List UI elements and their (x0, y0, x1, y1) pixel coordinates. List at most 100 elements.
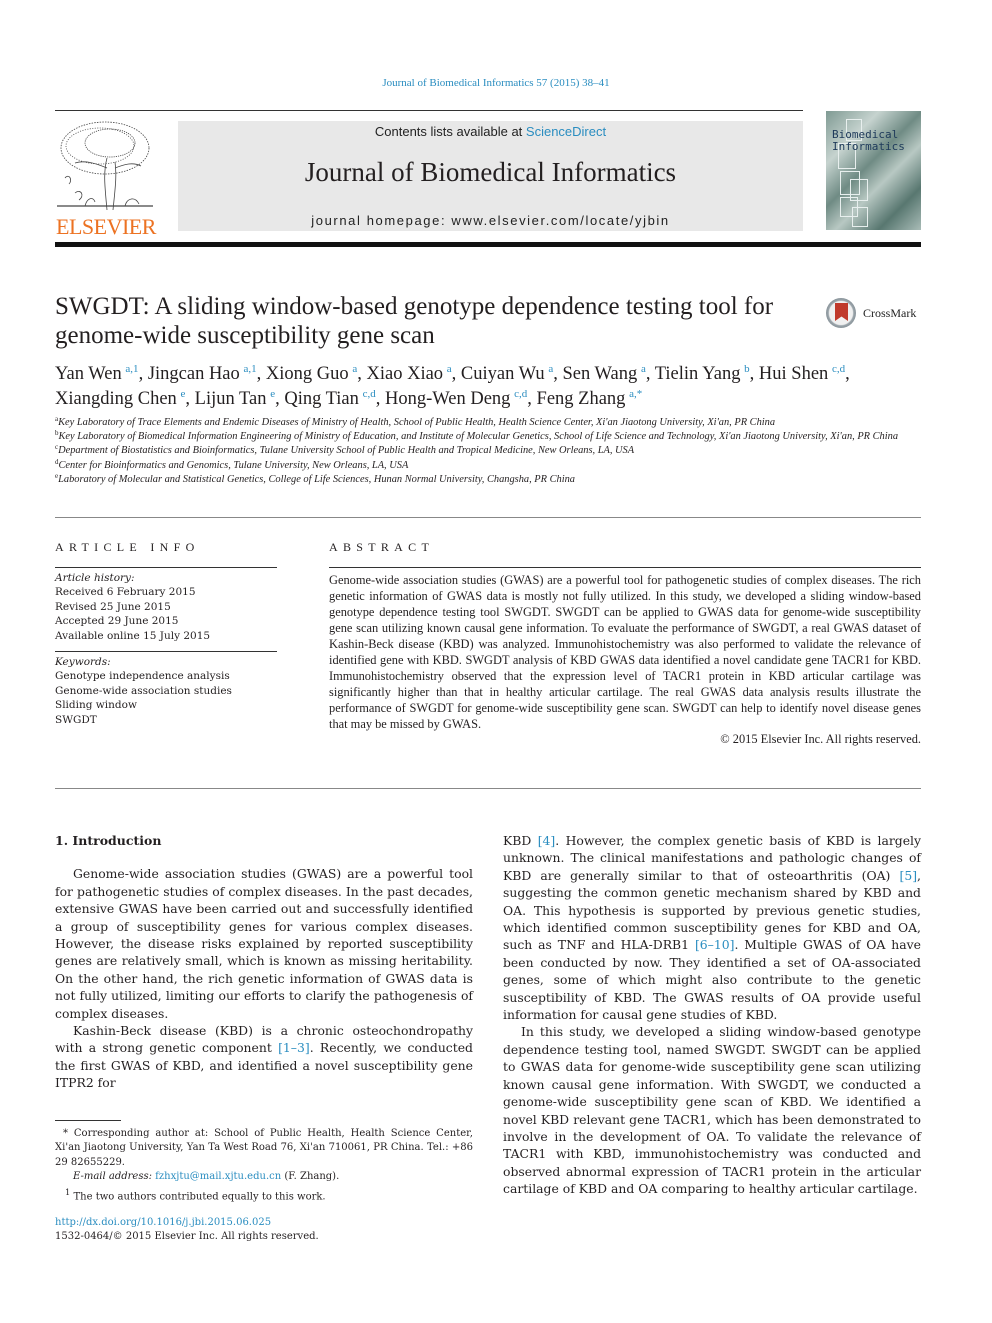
affiliation: bKey Laboratory of Biomedical Informatio… (55, 430, 925, 444)
author: Xiao Xiao a (366, 363, 452, 385)
keyword-item: SWGDT (55, 713, 97, 726)
author-name: Tielin Yang (654, 364, 741, 384)
author-affiliation-mark[interactable]: c,d (514, 388, 527, 400)
contents-prefix: Contents lists available at (374, 124, 526, 139)
author-affiliation-mark[interactable]: b (744, 363, 750, 375)
keyword-item: Genotype independence analysis (55, 670, 230, 683)
section-heading-introduction: 1. Introduction (55, 833, 162, 848)
author: Hong-Wen Deng c,d (385, 388, 527, 410)
journal-cover-thumbnail[interactable]: Biomedical Informatics (826, 111, 921, 230)
author: Yan Wen a,1 (55, 363, 139, 385)
body-column-left: 1. Introduction Genome-wide association … (55, 832, 473, 1092)
citation-link[interactable]: [5] (899, 868, 917, 883)
author: Cuiyan Wu a (460, 363, 553, 385)
author-affiliation-mark[interactable]: a,1 (244, 363, 257, 375)
intro-paragraph-2-continued: KBD [4]. However, the complex genetic ba… (503, 832, 921, 1023)
history-label: Article history: (55, 572, 135, 584)
abstract-copyright: © 2015 Elsevier Inc. All rights reserved… (720, 732, 921, 746)
header-rule (55, 110, 803, 111)
keywords-label: Keywords: (55, 656, 111, 669)
issn-copyright: 1532-0464/© 2015 Elsevier Inc. All right… (55, 1231, 319, 1243)
author-name: Hui Shen (758, 364, 829, 384)
citation-link[interactable]: [1–3] (278, 1040, 310, 1055)
journal-reference[interactable]: Journal of Biomedical Informatics 57 (20… (0, 77, 992, 89)
info-rule (55, 651, 277, 653)
journal-title: Journal of Biomedical Informatics (304, 157, 677, 187)
affiliation: eLaboratory of Molecular and Statistical… (55, 472, 925, 487)
email-link[interactable]: fzhxjtu@mail.xjtu.edu.cn (155, 1171, 281, 1182)
keyword-item: Sliding window (55, 699, 137, 712)
citation-link[interactable]: [4] (538, 833, 556, 848)
affiliation-rule (55, 517, 921, 518)
affiliation: cDepartment of Biostatistics and Bioinfo… (55, 444, 925, 458)
intro-paragraph-3: In this study, we developed a sliding wi… (503, 1024, 921, 1197)
info-rule (55, 567, 277, 568)
author-affiliation-mark[interactable]: a (641, 363, 646, 375)
affiliation: aKey Laboratory of Trace Elements and En… (55, 416, 925, 430)
abstract-rule (329, 567, 921, 568)
affiliation-text: Key Laboratory of Biomedical Information… (58, 431, 899, 443)
elsevier-logo: ELSEVIER (55, 118, 157, 239)
author-affiliation-mark[interactable]: a,1 (125, 363, 138, 375)
author-name: Sen Wang (562, 364, 638, 384)
email-label: E-mail address: (73, 1171, 156, 1183)
contents-line: Contents lists available at ScienceDirec… (178, 124, 803, 139)
author-name: Feng Zhang (536, 389, 626, 409)
author-affiliation-mark[interactable]: a (352, 363, 357, 375)
affiliation-text: Laboratory of Molecular and Statistical … (58, 473, 575, 485)
journal-masthead: Contents lists available at ScienceDirec… (178, 121, 803, 231)
elsevier-tree-icon (55, 118, 155, 212)
author-name: Xiao Xiao (366, 364, 444, 384)
author-affiliation-mark[interactable]: a (548, 363, 553, 375)
author: Tielin Yang b (654, 363, 750, 385)
abstract-end-rule (55, 788, 921, 789)
author: Lijun Tan e (195, 388, 275, 410)
sciencedirect-link[interactable]: ScienceDirect (526, 124, 606, 139)
history-item: Accepted 29 June 2015 (55, 615, 179, 628)
journal-homepage[interactable]: journal homepage: www.elsevier.com/locat… (178, 213, 803, 228)
cover-title-line: Informatics (832, 140, 905, 153)
doi-link[interactable]: http://dx.doi.org/10.1016/j.jbi.2015.06.… (55, 1216, 475, 1230)
abstract-column: ABSTRACT Genome-wide association studies… (329, 540, 921, 747)
author-affiliation-mark[interactable]: e (270, 388, 275, 400)
text-run: KBD (503, 833, 538, 848)
author: Sen Wang a (562, 363, 646, 385)
author-affiliation-mark[interactable]: c,d (832, 363, 845, 375)
author-name: Jingcan Hao (147, 364, 240, 384)
affiliation-list: aKey Laboratory of Trace Elements and En… (55, 416, 925, 487)
corresponding-author-note: * Corresponding author at: School of Pub… (55, 1128, 473, 1168)
equal-contribution-note: 1 The two authors contributed equally to… (55, 1185, 473, 1205)
history-item: Received 6 February 2015 (55, 586, 196, 599)
footnotes: * Corresponding author at: School of Pub… (55, 1120, 473, 1204)
article-title: SWGDT: A sliding window-based genotype d… (55, 293, 774, 349)
email-note: E-mail address: fzhxjtu@mail.xjtu.edu.cn… (55, 1170, 473, 1184)
crossmark-badge[interactable]: CrossMark (826, 298, 926, 334)
footnote-rule (55, 1120, 121, 1121)
author-affiliation-mark[interactable]: a,* (629, 388, 642, 400)
abstract-heading: ABSTRACT (329, 540, 435, 554)
article-info-column: ARTICLE INFO Article history: Received 6… (55, 540, 277, 727)
author-affiliation-mark[interactable]: a (447, 363, 452, 375)
author: Hui Shen c,d (758, 363, 845, 385)
abstract-text: Genome-wide association studies (GWAS) a… (329, 573, 921, 731)
affiliation-text: Center for Bioinformatics and Genomics, … (58, 459, 409, 471)
author-affiliation-mark[interactable]: c,d (363, 388, 376, 400)
article-history: Article history: Received 6 February 201… (55, 571, 277, 643)
author-name: Xiong Guo (265, 364, 349, 384)
citation-link[interactable]: [6–10] (695, 937, 735, 952)
intro-paragraph-1: Genome-wide association studies (GWAS) a… (55, 866, 473, 1021)
cover-title: Biomedical Informatics (832, 129, 905, 153)
author-name: Xiangding Chen (55, 389, 177, 409)
intro-paragraph-2: Kashin-Beck disease (KBD) is a chronic o… (55, 1022, 473, 1092)
author-name: Cuiyan Wu (460, 364, 545, 384)
affiliation-text: Department of Biostatistics and Bioinfor… (58, 445, 635, 457)
author-name: Qing Tian (284, 389, 359, 409)
footnote-text: The two authors contributed equally to t… (73, 1190, 326, 1202)
author-list: Yan Wen a,1, Jingcan Hao a,1, Xiong Guo … (55, 363, 850, 410)
history-item: Revised 25 June 2015 (55, 600, 171, 613)
affiliation-text: Key Laboratory of Trace Elements and End… (58, 417, 776, 428)
body-column-right: KBD [4]. However, the complex genetic ba… (503, 832, 921, 1198)
keywords: Keywords: Genotype independence analysis… (55, 655, 277, 727)
author: Qing Tian c,d (284, 388, 376, 410)
author-affiliation-mark[interactable]: e (181, 388, 186, 400)
